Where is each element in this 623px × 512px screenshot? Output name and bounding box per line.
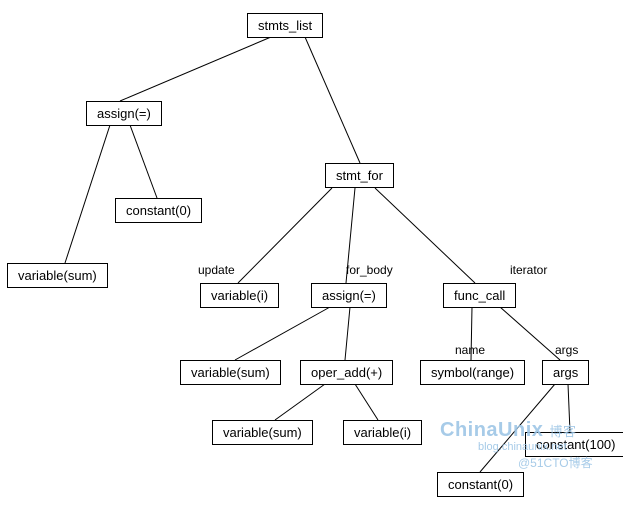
node-variable-i-1: variable(i) <box>200 283 279 308</box>
edge-label-update: update <box>198 263 235 277</box>
edge-label-args: args <box>555 343 578 357</box>
node-assign-1: assign(=) <box>86 101 162 126</box>
node-args: args <box>542 360 589 385</box>
node-oper-add: oper_add(+) <box>300 360 393 385</box>
node-variable-i-2: variable(i) <box>343 420 422 445</box>
node-constant-0-b: constant(0) <box>437 472 524 497</box>
edge-label-name: name <box>455 343 485 357</box>
node-variable-sum-3: variable(sum) <box>212 420 313 445</box>
node-stmts-list: stmts_list <box>247 13 323 38</box>
node-symbol-range: symbol(range) <box>420 360 525 385</box>
node-func-call: func_call <box>443 283 516 308</box>
node-assign-2: assign(=) <box>311 283 387 308</box>
node-constant-100: constant(100) <box>525 432 623 457</box>
node-variable-sum-1: variable(sum) <box>7 263 108 288</box>
node-constant-0-a: constant(0) <box>115 198 202 223</box>
edge-label-iterator: iterator <box>510 263 547 277</box>
node-variable-sum-2: variable(sum) <box>180 360 281 385</box>
edge-label-for-body: for_body <box>346 263 393 277</box>
node-stmt-for: stmt_for <box>325 163 394 188</box>
